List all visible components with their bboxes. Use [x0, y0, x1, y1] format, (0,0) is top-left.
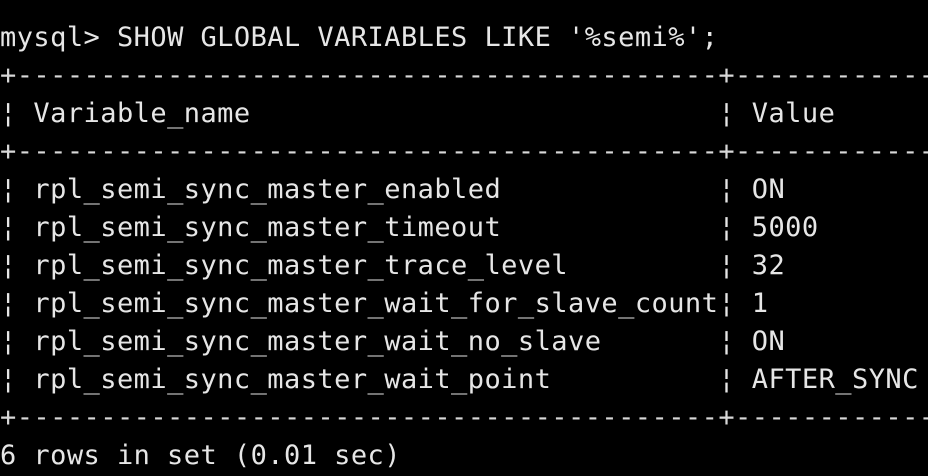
table-body: ¦ rpl_semi_sync_master_enabled ¦ ON ¦¦ r…: [0, 171, 928, 399]
result-summary: 6 rows in set (0.01 sec): [0, 440, 401, 471]
mysql-prompt: mysql>: [0, 22, 117, 53]
row-value: 5000: [751, 212, 928, 243]
row-variable-name: rpl_semi_sync_master_timeout: [33, 212, 719, 243]
table-row: ¦ rpl_semi_sync_master_wait_point ¦ AFTE…: [0, 361, 928, 399]
column-separator: ¦: [718, 364, 752, 395]
row-variable-name: rpl_semi_sync_master_wait_for_slave_coun…: [33, 288, 719, 319]
row-value: 1: [751, 288, 928, 319]
row-value: AFTER_SYNC: [751, 364, 928, 395]
column-separator: ¦: [0, 250, 34, 281]
table-row: ¦ rpl_semi_sync_master_wait_no_slave ¦ O…: [0, 323, 928, 361]
column-separator: ¦: [718, 212, 752, 243]
table-border-bottom: +---------------------------------------…: [0, 402, 928, 433]
table-row: ¦ rpl_semi_sync_master_trace_level ¦ 32 …: [0, 247, 928, 285]
row-variable-name: rpl_semi_sync_master_enabled: [33, 174, 719, 205]
column-separator: ¦: [718, 174, 752, 205]
table-border-mid: +---------------------------------------…: [0, 136, 928, 167]
column-separator: ¦: [718, 326, 752, 357]
column-separator: ¦: [0, 212, 34, 243]
row-value: ON: [751, 174, 928, 205]
row-variable-name: rpl_semi_sync_master_trace_level: [33, 250, 719, 281]
table-border-top: +---------------------------------------…: [0, 60, 928, 91]
column-separator: ¦: [718, 98, 752, 129]
column-separator: ¦: [718, 250, 752, 281]
command-line: mysql> SHOW GLOBAL VARIABLES LIKE '%semi…: [0, 19, 928, 57]
column-separator: ¦: [0, 98, 34, 129]
header-variable-name: Variable_name: [33, 98, 719, 129]
header-value: Value: [751, 98, 928, 129]
row-value: ON: [751, 326, 928, 357]
column-separator: ¦: [718, 288, 752, 319]
column-separator: ¦: [0, 364, 34, 395]
sql-command: SHOW GLOBAL VARIABLES LIKE '%semi%';: [116, 22, 719, 53]
table-row: ¦ rpl_semi_sync_master_timeout ¦ 5000 ¦: [0, 209, 928, 247]
row-variable-name: rpl_semi_sync_master_wait_no_slave: [33, 326, 719, 357]
column-separator: ¦: [0, 326, 34, 357]
row-variable-name: rpl_semi_sync_master_wait_point: [33, 364, 719, 395]
row-value: 32: [751, 250, 928, 281]
column-separator: ¦: [0, 288, 34, 319]
table-row: ¦ rpl_semi_sync_master_enabled ¦ ON ¦: [0, 171, 928, 209]
table-header-row: ¦ Variable_name ¦ Value ¦: [0, 95, 928, 133]
table-row: ¦ rpl_semi_sync_master_wait_for_slave_co…: [0, 285, 928, 323]
column-separator: ¦: [0, 174, 34, 205]
terminal-window[interactable]: mysql> SHOW GLOBAL VARIABLES LIKE '%semi…: [0, 0, 928, 476]
